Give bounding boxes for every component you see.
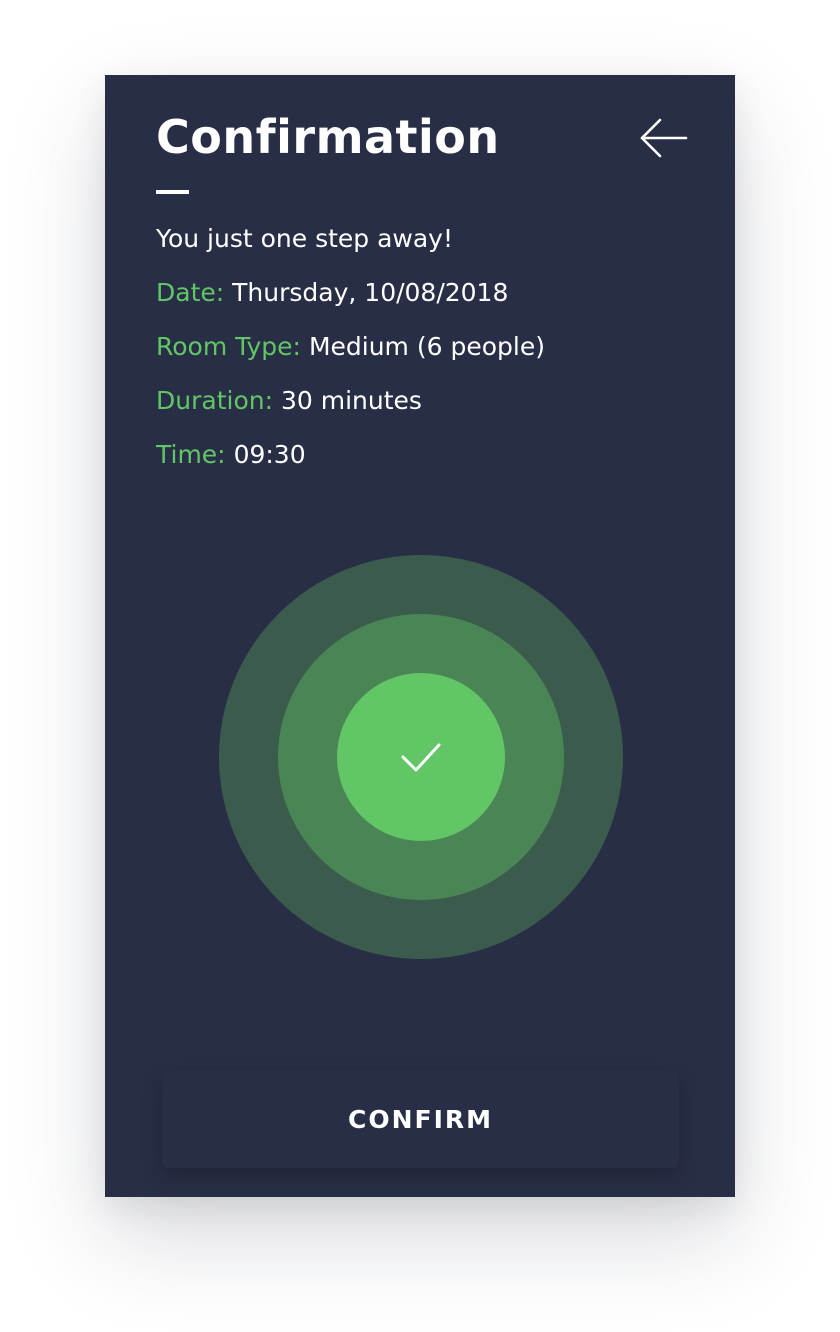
detail-value: Thursday, 10/08/2018 — [232, 278, 509, 307]
success-rings — [219, 555, 623, 959]
detail-row-time: Time: 09:30 — [156, 436, 705, 474]
detail-label: Date: — [156, 278, 225, 307]
detail-row-duration: Duration: 30 minutes — [156, 382, 705, 420]
subtitle: You just one step away! — [156, 224, 453, 253]
detail-label: Duration: — [156, 386, 274, 415]
booking-details: You just one step away! Date: Thursday, … — [156, 220, 705, 474]
detail-row-date: Date: Thursday, 10/08/2018 — [156, 274, 705, 312]
title-underline — [156, 190, 189, 194]
confirm-button[interactable]: CONFIRM — [162, 1071, 679, 1168]
detail-label: Room Type: — [156, 332, 301, 361]
inner-circle — [337, 673, 505, 841]
arrow-left-icon — [640, 118, 688, 158]
detail-value: 30 minutes — [280, 386, 422, 415]
confirmation-screen: Confirmation You just one step away! Dat… — [105, 75, 735, 1197]
page-title: Confirmation — [156, 110, 500, 164]
detail-row-room-type: Room Type: Medium (6 people) — [156, 328, 705, 366]
success-indicator — [219, 555, 623, 959]
detail-value: 09:30 — [233, 440, 306, 469]
detail-value: Medium (6 people) — [308, 332, 545, 361]
back-button[interactable] — [639, 115, 689, 161]
detail-label: Time: — [156, 440, 226, 469]
